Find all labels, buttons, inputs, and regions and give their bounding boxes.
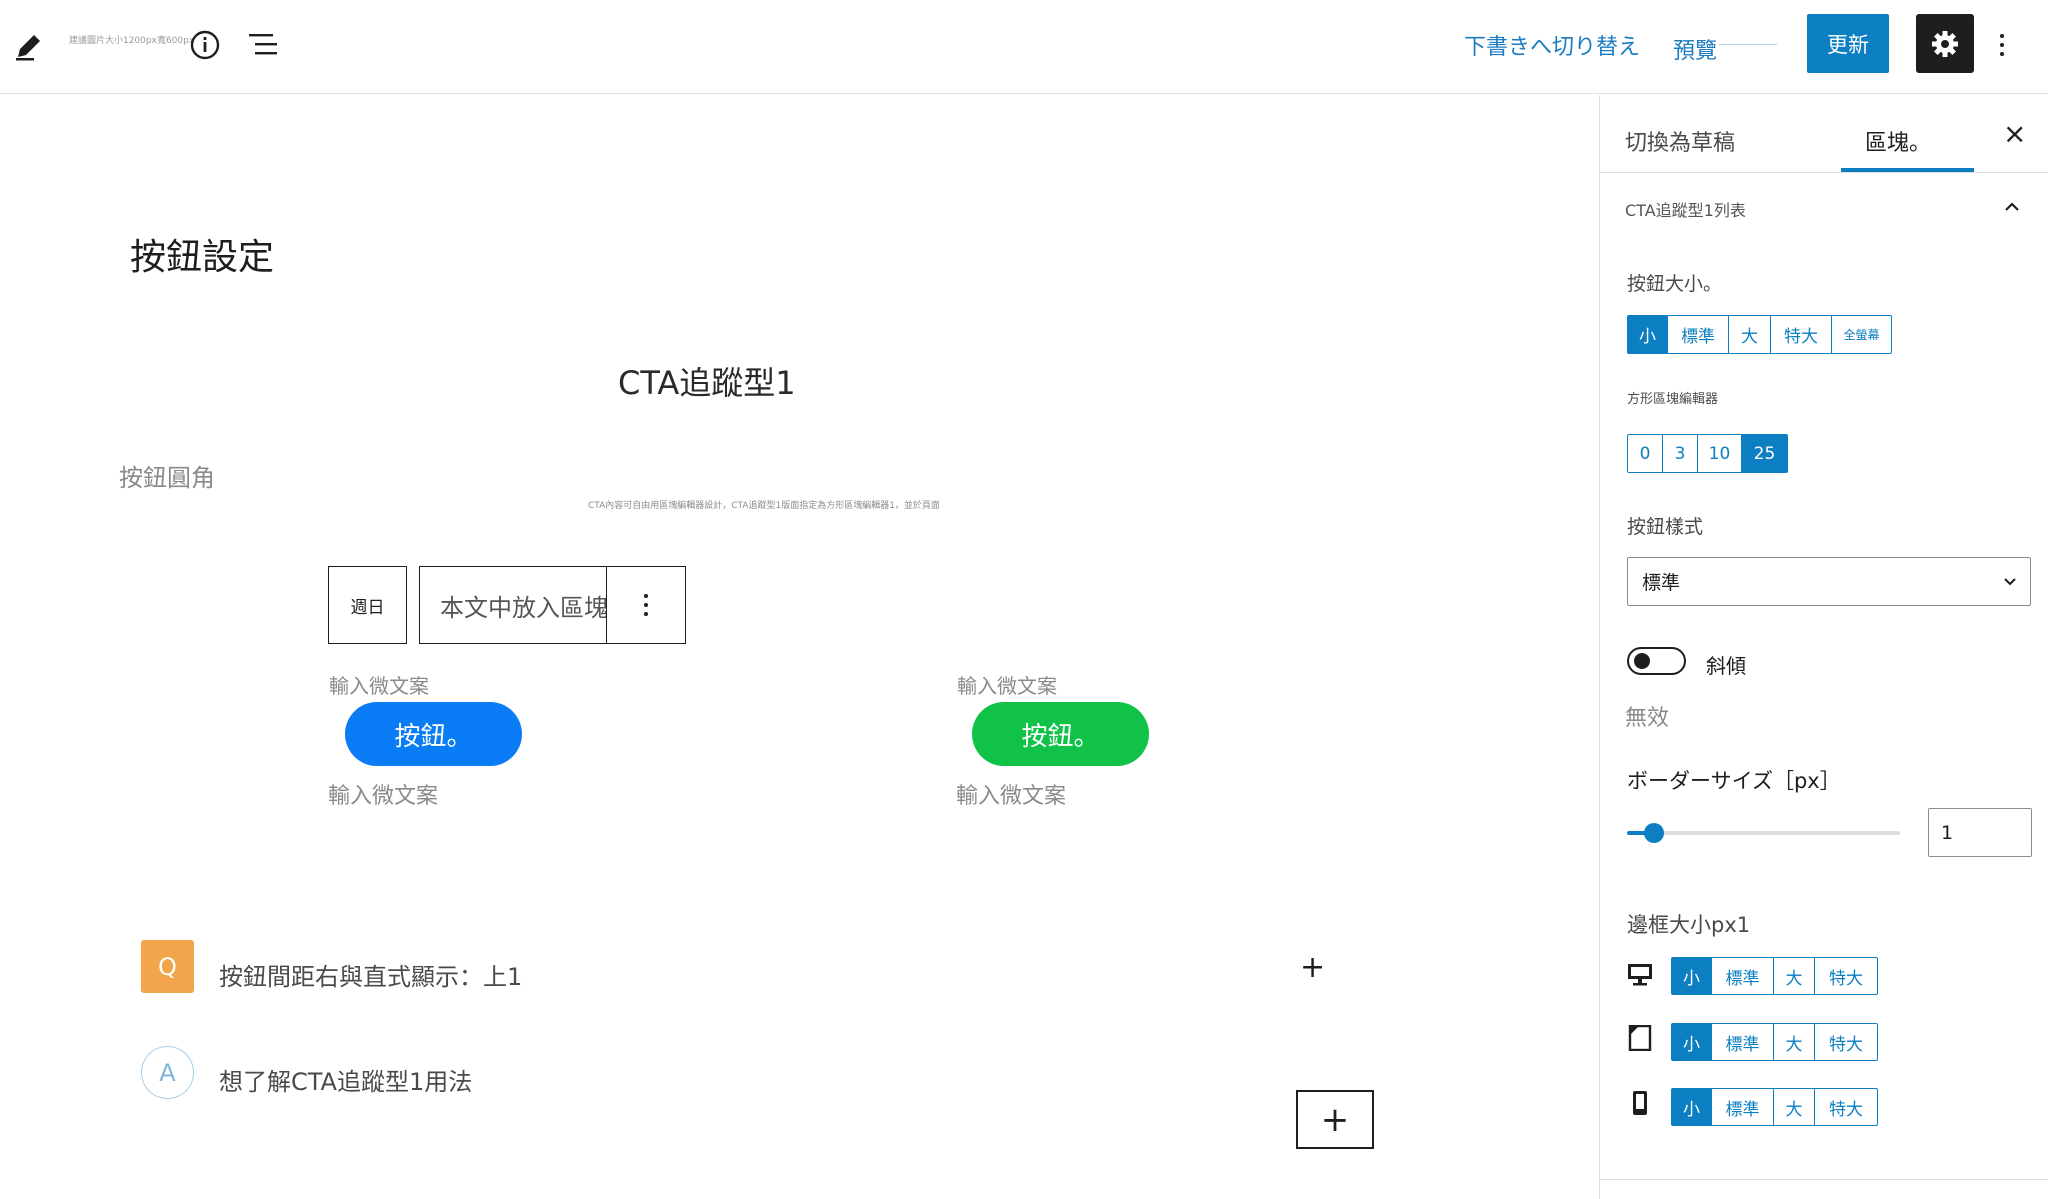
margin-mobile-group: 小 標準 大 特大 — [1671, 1088, 1878, 1126]
faq-answer[interactable]: 想了解CTA追蹤型1用法 — [219, 1062, 472, 1097]
size-option-large[interactable]: 大 — [1729, 316, 1771, 353]
answer-badge: A — [141, 1046, 194, 1099]
radius-option-10[interactable]: 10 — [1698, 435, 1742, 472]
button-style-label: 按鈕樣式 — [1627, 516, 1704, 538]
radius-group: 0 3 10 25 — [1627, 434, 1788, 473]
border-size-value: 1 — [1941, 821, 1954, 844]
sidebar-tabs: 切換為草稿 區塊。 × — [1600, 95, 2048, 173]
margin-mobile-xlarge[interactable]: 特大 — [1815, 1089, 1877, 1125]
info-icon[interactable] — [186, 26, 224, 64]
block-toolbar: 週日 本文中放入區塊 — [328, 566, 686, 644]
cta-description: CTA內容可自由用區塊編輯器設計，CTA追蹤型1版面指定為方形區塊編輯器1，並於… — [588, 501, 940, 511]
block-inserter-field[interactable]: 本文中放入區塊 — [419, 566, 606, 644]
micro-copy-top-1[interactable]: 輸入微文案 — [329, 670, 429, 699]
desktop-icon — [1628, 964, 1652, 986]
margin-tablet-small[interactable]: 小 — [1672, 1024, 1712, 1060]
chevron-up-icon[interactable] — [2004, 199, 2020, 215]
button-style-select[interactable]: 標準 — [1627, 557, 2031, 606]
italic-status: 無效 — [1625, 706, 1670, 731]
margin-label: 邊框大小px1 — [1627, 913, 1751, 937]
more-options-button[interactable] — [1990, 20, 2014, 70]
list-view-icon[interactable] — [244, 26, 282, 64]
switch-to-draft-link[interactable]: 下書きへ切り替え — [1464, 29, 1640, 61]
day-label: 週日 — [350, 597, 385, 618]
micro-copy-bottom-1[interactable]: 輸入微文案 — [328, 778, 438, 810]
margin-mobile-standard[interactable]: 標準 — [1712, 1089, 1774, 1125]
size-option-small[interactable]: 小 — [1628, 316, 1668, 353]
italic-toggle[interactable] — [1627, 647, 1686, 675]
chevron-down-icon — [2004, 578, 2016, 586]
cta-title[interactable]: CTA追蹤型1 — [618, 358, 796, 404]
tablet-icon — [1628, 1025, 1652, 1051]
block-appender-button[interactable]: + — [1296, 1090, 1374, 1149]
editor-canvas: 按鈕設定 CTA追蹤型1 按鈕圓角 CTA內容可自由用區塊編輯器設計，CTA追蹤… — [0, 95, 1599, 1199]
margin-desktop-small[interactable]: 小 — [1672, 958, 1712, 994]
question-badge: Q — [141, 940, 194, 993]
add-item-icon[interactable]: + — [1300, 950, 1325, 985]
top-toolbar: 建議圖片大小1200px寬600px 下書きへ切り替え 預覽 更新 — [0, 0, 2048, 94]
cta-button-blue[interactable]: 按鈕。 — [345, 702, 522, 766]
margin-tablet-large[interactable]: 大 — [1774, 1024, 1815, 1060]
cta-button-green[interactable]: 按鈕。 — [972, 702, 1149, 766]
border-slider-handle[interactable] — [1644, 823, 1665, 843]
radius-option-3[interactable]: 3 — [1663, 435, 1698, 472]
editor-note: 建議圖片大小1200px寬600px — [69, 36, 195, 46]
radius-option-25[interactable]: 25 — [1742, 435, 1787, 472]
margin-desktop-group: 小 標準 大 特大 — [1671, 957, 1878, 995]
margin-desktop-xlarge[interactable]: 特大 — [1815, 958, 1877, 994]
settings-button[interactable] — [1916, 14, 1974, 73]
margin-tablet-standard[interactable]: 標準 — [1712, 1024, 1774, 1060]
radius-option-0[interactable]: 0 — [1628, 435, 1663, 472]
square-editor-label: 方形區塊編輯器 — [1627, 392, 1719, 407]
margin-tablet-group: 小 標準 大 特大 — [1671, 1023, 1878, 1061]
preview-underline — [1719, 44, 1777, 45]
micro-copy-bottom-2[interactable]: 輸入微文案 — [956, 778, 1066, 810]
corner-label: 按鈕圓角 — [119, 464, 215, 492]
settings-sidebar: 切換為草稿 區塊。 × CTA追蹤型1列表 按鈕大小。 小 標準 大 特大 全螢… — [1599, 95, 2048, 1199]
button-size-group: 小 標準 大 特大 全螢幕 — [1627, 315, 1892, 354]
day-button[interactable]: 週日 — [328, 566, 407, 644]
margin-desktop-large[interactable]: 大 — [1774, 958, 1815, 994]
block-options-button[interactable] — [606, 566, 686, 644]
pencil-icon[interactable] — [12, 24, 46, 64]
margin-desktop-standard[interactable]: 標準 — [1712, 958, 1774, 994]
border-size-label: ボーダーサイズ［px］ — [1627, 769, 1841, 793]
margin-mobile-large[interactable]: 大 — [1774, 1089, 1815, 1125]
size-option-full[interactable]: 全螢幕 — [1832, 316, 1891, 353]
margin-tablet-xlarge[interactable]: 特大 — [1815, 1024, 1877, 1060]
update-button[interactable]: 更新 — [1807, 14, 1889, 73]
size-option-xlarge[interactable]: 特大 — [1771, 316, 1832, 353]
size-option-standard[interactable]: 標準 — [1668, 316, 1729, 353]
sidebar-divider — [1600, 1179, 2048, 1180]
tab-draft[interactable]: 切換為草稿 — [1625, 125, 1735, 157]
mobile-icon — [1633, 1091, 1647, 1115]
button-style-value: 標準 — [1642, 572, 1681, 594]
close-icon[interactable]: × — [2003, 117, 2026, 150]
faq-question[interactable]: 按鈕間距右與直式顯示：上1 — [219, 957, 522, 992]
margin-mobile-small[interactable]: 小 — [1672, 1089, 1712, 1125]
panel-title[interactable]: CTA追蹤型1列表 — [1625, 197, 1746, 221]
micro-copy-top-2[interactable]: 輸入微文案 — [957, 670, 1057, 699]
preview-link[interactable]: 預覽 — [1673, 33, 1717, 65]
border-size-input[interactable]: 1 — [1928, 808, 2032, 857]
button-size-label: 按鈕大小。 — [1627, 273, 1723, 295]
active-tab-indicator — [1841, 168, 1974, 172]
tab-block[interactable]: 區塊。 — [1865, 125, 1931, 157]
border-slider-track[interactable] — [1627, 831, 1900, 835]
page-title[interactable]: 按鈕設定 — [130, 228, 274, 280]
gear-icon — [1932, 30, 1958, 57]
block-inserter-placeholder: 本文中放入區塊 — [440, 593, 606, 622]
italic-label: 斜傾 — [1706, 654, 1746, 678]
